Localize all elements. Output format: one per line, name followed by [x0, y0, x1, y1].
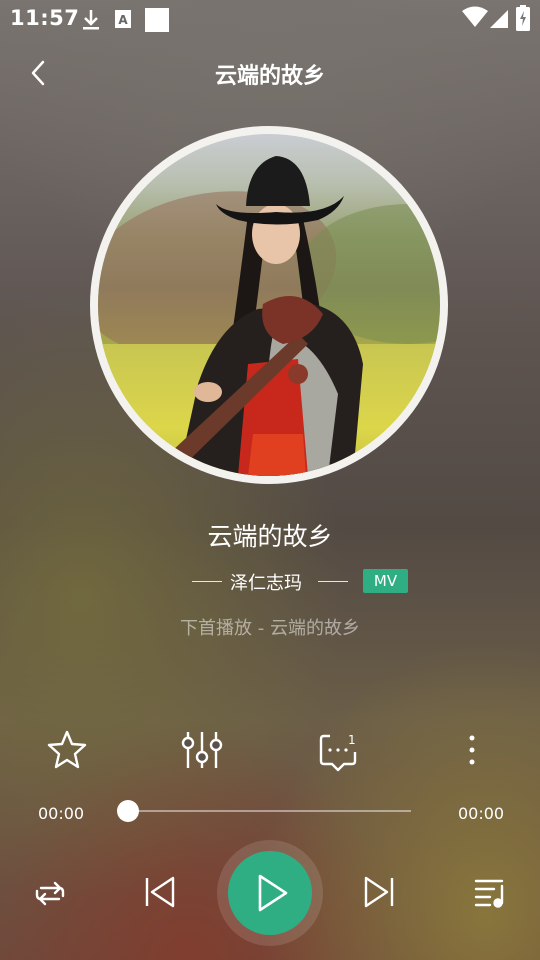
page-title: 云端的故乡 — [214, 64, 325, 89]
album-art-image — [98, 134, 440, 476]
album-art-disc[interactable] — [90, 126, 448, 484]
artist-divider-right — [318, 581, 348, 582]
skip-next-icon — [364, 876, 394, 908]
next-button[interactable] — [361, 874, 397, 910]
total-time: 00:00 — [458, 804, 505, 823]
square-icon — [145, 8, 169, 32]
next-song-info: 下首播放 - 云端的故乡 — [180, 618, 360, 639]
repeat-button[interactable] — [33, 876, 67, 910]
battery-charging-icon — [516, 5, 530, 31]
play-button-circle — [228, 851, 312, 935]
svg-text:A: A — [118, 13, 128, 27]
previous-button[interactable] — [142, 874, 178, 910]
play-button[interactable] — [217, 840, 323, 946]
download-icon — [83, 10, 99, 30]
equalizer-button[interactable] — [180, 728, 224, 772]
current-time: 00:00 — [38, 804, 85, 823]
more-vertical-icon — [469, 735, 475, 765]
artist-row: 泽仁志玛 — [0, 568, 540, 594]
progress-thumb[interactable] — [117, 800, 139, 822]
song-title: 云端的故乡 — [207, 522, 333, 551]
wifi-icon — [462, 6, 488, 27]
comment-count: 1 — [348, 733, 356, 747]
favorite-button[interactable] — [45, 728, 89, 772]
equalizer-icon — [181, 732, 223, 768]
play-icon — [258, 874, 288, 912]
repeat-icon — [35, 881, 65, 906]
playlist-button[interactable] — [472, 876, 508, 910]
signal-icon — [490, 10, 508, 28]
text-a-icon: A — [115, 10, 131, 28]
mv-button[interactable]: MV — [363, 569, 408, 593]
skip-previous-icon — [145, 876, 175, 908]
singer-figure — [158, 156, 363, 476]
star-outline-icon — [47, 730, 87, 769]
playlist-icon — [474, 879, 504, 908]
more-button[interactable] — [450, 728, 494, 772]
artist-divider-left — [192, 581, 222, 582]
status-time: 11:57 — [10, 6, 80, 30]
artist-name[interactable]: 泽仁志玛 — [230, 569, 302, 595]
progress-track[interactable] — [128, 810, 411, 812]
status-bar: 11:57 A — [0, 0, 540, 38]
